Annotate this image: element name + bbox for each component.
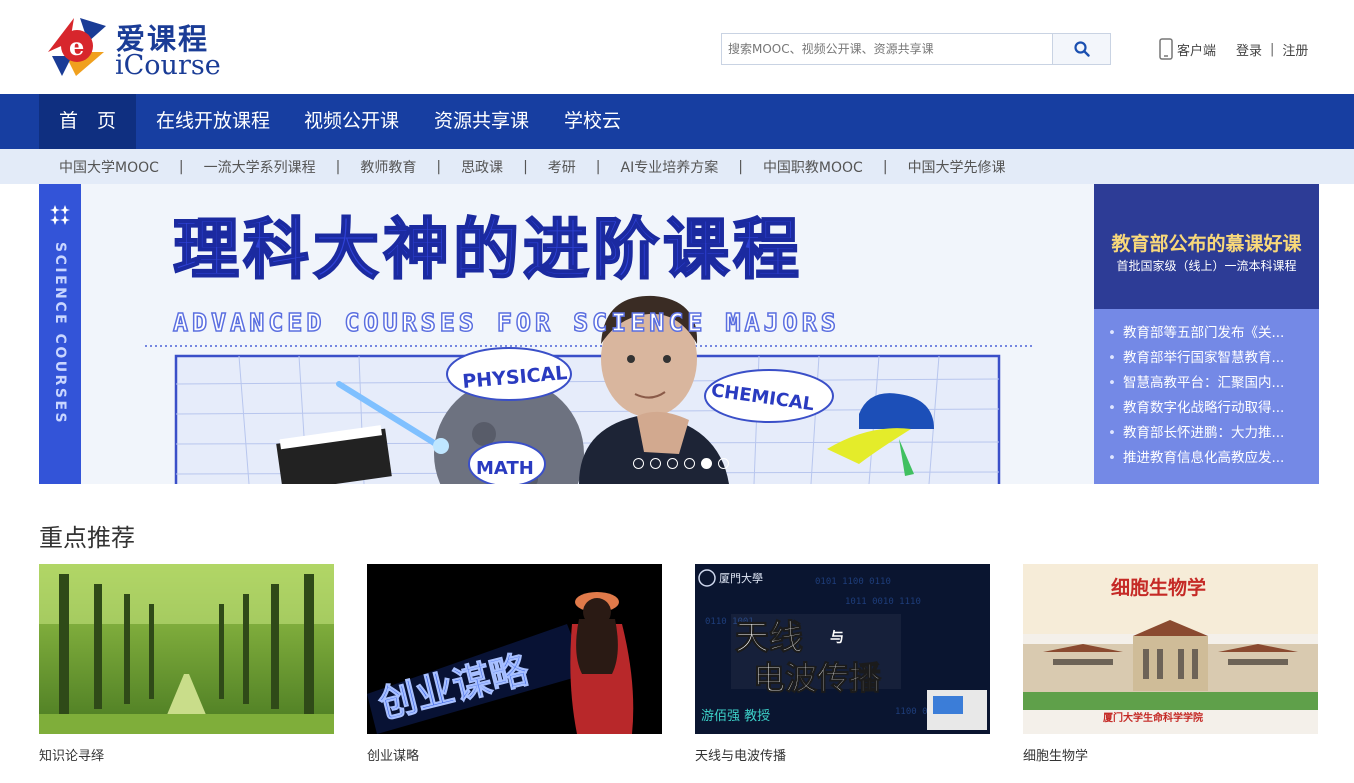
subnav-separator: |	[738, 158, 743, 175]
carousel-dot[interactable]	[718, 458, 729, 469]
svg-text:1011 0010 1110: 1011 0010 1110	[845, 597, 921, 607]
course-title[interactable]: 创业谋略	[367, 745, 419, 764]
register-link[interactable]: 注册	[1282, 40, 1308, 59]
hero-banner[interactable]: PHYSICAL CHEMICAL MATH SCIENCE COURSES 理…	[39, 184, 1094, 484]
subnav-item-mooc[interactable]: 中国大学MOOC	[59, 157, 159, 177]
login-link[interactable]: 登录	[1236, 40, 1262, 59]
carousel-dot[interactable]	[684, 458, 695, 469]
subnav-separator: |	[523, 158, 528, 175]
carousel-dot-active[interactable]	[701, 458, 712, 469]
header: e 爱课程 iCourse 客户端 登录 | 注册	[0, 0, 1354, 94]
news-list: 教育部等五部门发布《关... 教育部举行国家智慧教育... 智慧高教平台：汇聚国…	[1108, 321, 1308, 471]
course-title[interactable]: 知识论寻绎	[39, 745, 104, 764]
thumb-school: 厦門大學	[719, 571, 763, 585]
sub-nav: 中国大学MOOC | 一流大学系列课程 | 教师教育 | 思政课 | 考研 | …	[0, 149, 1354, 184]
subnav-item-ai[interactable]: AI专业培养方案	[621, 157, 719, 177]
subnav-item-pre-course[interactable]: 中国大学先修课	[908, 157, 1006, 177]
thumb-title-small: 与	[830, 630, 844, 646]
thumb-title-2: 电波传播	[753, 659, 882, 697]
banner-subtitle: ADVANCED COURSES FOR SCIENCE MAJORS	[172, 307, 840, 338]
nav-item-home[interactable]: 首 页	[39, 94, 136, 149]
svg-text:e: e	[69, 32, 84, 61]
course-card[interactable]: 知识论寻绎	[39, 564, 334, 764]
news-item[interactable]: 教育部等五部门发布《关...	[1108, 321, 1308, 346]
client-download-link[interactable]: 客户端	[1159, 38, 1216, 60]
nav-item-resource-courses[interactable]: 资源共享课	[434, 94, 529, 149]
banner-side-text: SCIENCE COURSES	[52, 242, 68, 426]
banner-side-strip: SCIENCE COURSES	[39, 184, 81, 484]
carousel-dot[interactable]	[650, 458, 661, 469]
nav-item-school-cloud[interactable]: 学校云	[564, 94, 621, 149]
course-thumbnail: 创业谋略	[367, 564, 662, 734]
search-icon	[1073, 41, 1090, 57]
carousel-dots	[633, 458, 729, 469]
svg-text:MATH: MATH	[476, 458, 534, 479]
banner-title: 理科大神的进阶课程	[172, 210, 803, 289]
thumb-teacher: 游佰强 教授	[701, 708, 770, 724]
subnav-item-teacher-edu[interactable]: 教师教育	[360, 157, 416, 177]
subnav-item-politics[interactable]: 思政课	[461, 157, 503, 177]
course-card[interactable]: 0101 1100 0110 1011 0010 1110 0110 1001 11…	[695, 564, 990, 764]
nav-item-open-courses[interactable]: 在线开放课程	[156, 94, 270, 149]
search-button[interactable]	[1052, 34, 1110, 64]
course-thumbnail	[39, 564, 334, 734]
course-title[interactable]: 天线与电波传播	[695, 745, 786, 764]
news-header-title: 教育部公布的慕课好课	[1111, 233, 1302, 255]
subnav-separator: |	[436, 158, 442, 175]
subnav-item-top-univ[interactable]: 一流大学系列课程	[204, 157, 316, 177]
news-header[interactable]: 教育部公布的慕课好课 首批国家级（线上）一流本科课程	[1094, 184, 1319, 309]
subnav-item-kaoyan[interactable]: 考研	[548, 157, 576, 177]
thumb-title-1: 天线	[735, 618, 803, 658]
course-thumbnail: 0101 1100 0110 1011 0010 1110 0110 1001 11…	[695, 564, 990, 734]
course-thumbnail: 细胞生物学 厦门大学生命科学学院	[1023, 564, 1318, 734]
subnav-separator: |	[882, 158, 888, 175]
search-input[interactable]	[722, 34, 1052, 64]
news-item[interactable]: 教育部举行国家智慧教育...	[1108, 346, 1308, 371]
subnav-item-vocational[interactable]: 中国职教MOOC	[763, 157, 863, 177]
thumb-title: 细胞生物学	[1111, 576, 1206, 599]
news-item[interactable]: 教育数字化战略行动取得...	[1108, 396, 1308, 421]
nav-item-video-courses[interactable]: 视频公开课	[304, 94, 399, 149]
course-card[interactable]: 细胞生物学 厦门大学生命科学学院 细胞生物学	[1023, 564, 1318, 764]
news-item[interactable]: 推进教育信息化高教应发...	[1108, 446, 1308, 471]
carousel-dot[interactable]	[667, 458, 678, 469]
course-title[interactable]: 细胞生物学	[1023, 745, 1088, 764]
section-title-recommend: 重点推荐	[39, 524, 135, 552]
search-box	[721, 33, 1111, 65]
subnav-separator: |	[335, 158, 341, 175]
carousel-dot[interactable]	[633, 458, 644, 469]
icourse-logo[interactable]: e 爱课程 iCourse	[44, 12, 224, 82]
icourse-logo-mark-icon: e	[48, 18, 106, 76]
logo-text-en: iCourse	[115, 50, 221, 81]
svg-text:0101 1100 0110: 0101 1100 0110	[815, 577, 891, 587]
subnav-separator: |	[178, 158, 184, 175]
news-header-subtitle: 首批国家级（线上）一流本科课程	[1116, 259, 1297, 273]
mobile-phone-icon	[1159, 38, 1173, 60]
subnav-separator: |	[595, 158, 601, 175]
user-links: 客户端 登录 | 注册	[1159, 36, 1308, 62]
main-nav: 首 页 在线开放课程 视频公开课 资源共享课 学校云	[0, 94, 1354, 149]
client-label: 客户端	[1177, 43, 1217, 59]
course-card[interactable]: 创业谋略 创业谋略	[367, 564, 662, 764]
divider: |	[1270, 41, 1275, 57]
thumb-footer: 厦门大学生命科学学院	[1103, 711, 1203, 724]
news-item[interactable]: 教育部长怀进鹏：大力推...	[1108, 421, 1308, 446]
news-panel: 教育部公布的慕课好课 首批国家级（线上）一流本科课程 教育部等五部门发布《关..…	[1094, 184, 1319, 484]
sparkle-icon	[50, 205, 70, 225]
news-item[interactable]: 智慧高教平台：汇聚国内...	[1108, 371, 1308, 396]
